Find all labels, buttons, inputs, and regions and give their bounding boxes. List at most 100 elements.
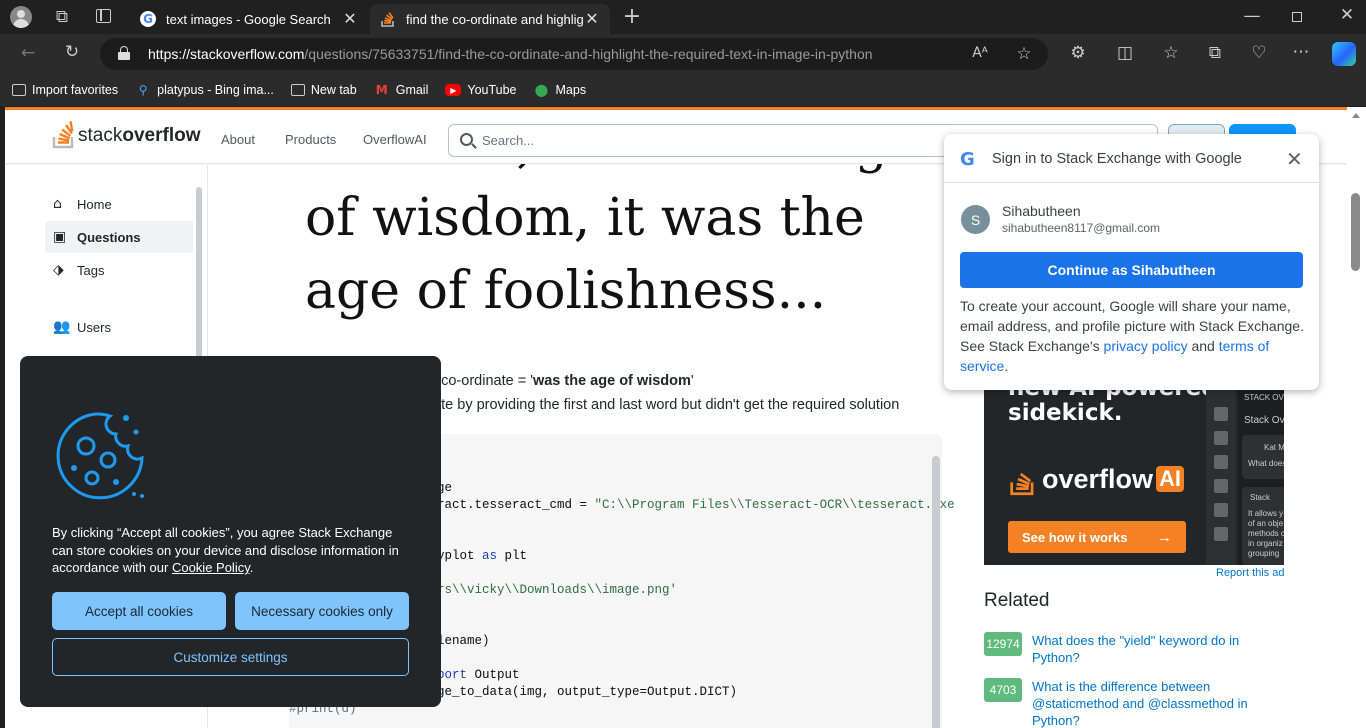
fav-label: Gmail [395, 83, 429, 97]
copilot-icon[interactable] [1332, 42, 1356, 66]
bing-search-icon: ⚲ [138, 83, 148, 97]
related-item[interactable]: 4703 What is the difference between @sta… [984, 678, 1284, 728]
more-menu-icon[interactable]: ⋯ [1289, 42, 1313, 62]
lock-icon[interactable] [118, 46, 130, 60]
users-icon: 👥 [53, 319, 71, 335]
target-bold: was the age of wisdom [532, 373, 691, 389]
code-scrollbar[interactable] [932, 456, 940, 728]
workspaces-icon[interactable]: ⧉ [50, 7, 74, 27]
read-aloud-icon[interactable]: Aᴬ [968, 45, 992, 61]
logo-text-light: stack [78, 125, 123, 146]
code-line: lename) [437, 634, 490, 648]
ad-mock-panel: STACK OVE Stack Ov Kat M What does Stack… [1238, 377, 1284, 565]
score-badge: 12974 [984, 632, 1022, 656]
consent-text: To create your account, Google will shar… [960, 298, 1304, 374]
sidebar-item-users[interactable]: 👥 Users [45, 311, 193, 343]
scroll-thumb[interactable] [1351, 193, 1360, 271]
sidebar-label: Tags [77, 262, 105, 278]
image-text-line: age of foolishness... [305, 261, 827, 321]
score-badge: 4703 [984, 678, 1022, 702]
overflowai-logo-icon [1010, 472, 1034, 496]
related-heading: Related [984, 590, 1050, 611]
tab-stackoverflow[interactable]: find the co-ordinate and highlight ✕ [370, 4, 610, 34]
necessary-cookies-button[interactable]: Necessary cookies only [235, 592, 409, 630]
nav-products[interactable]: Products [285, 132, 336, 147]
url-host: https://stackoverflow.com [148, 46, 305, 62]
tab-title: text images - Google Search [166, 11, 331, 27]
new-tab-page-icon [290, 84, 305, 96]
restore-icon[interactable] [1292, 12, 1302, 22]
code-line: rs\\vicky\\Downloads\\image.png' [437, 583, 678, 597]
target-line: et co-ordinate = 'was the age of wisdom' [425, 373, 694, 389]
code-line: ract.tesseract_cmd = "C:\\Program Files\… [437, 498, 955, 512]
profile-avatar[interactable] [10, 6, 32, 28]
stackoverflow-logo[interactable]: stack overflow [52, 119, 200, 149]
extensions-icon[interactable]: ⚙ [1066, 43, 1090, 63]
related-question-link[interactable]: What does the "yield" keyword do in Pyth… [1032, 632, 1284, 666]
customize-settings-button[interactable]: Customize settings [52, 638, 409, 676]
performance-icon[interactable]: ♡ [1247, 43, 1271, 63]
close-tab-icon[interactable]: ✕ [584, 9, 600, 29]
split-screen-icon[interactable]: ◫ [1113, 43, 1137, 63]
ad-side-toolbar [1206, 377, 1236, 565]
see-how-it-works-button[interactable]: See how it works → [1008, 521, 1186, 553]
nav-about[interactable]: About [221, 132, 255, 147]
sidebar-label: Home [77, 196, 112, 212]
code-line: yplot as plt [437, 549, 528, 563]
related-question-link[interactable]: What is the difference between @staticme… [1032, 678, 1284, 728]
nav-overflowai[interactable]: OverflowAI [363, 132, 427, 147]
related-item[interactable]: 12974 What does the "yield" keyword do i… [984, 632, 1284, 666]
code-line: port Output [437, 668, 520, 682]
new-tab-icon[interactable]: + [620, 4, 644, 29]
close-popup-icon[interactable]: ✕ [1286, 147, 1303, 171]
address-bar[interactable]: https://stackoverflow.com/questions/7563… [100, 38, 1048, 70]
close-window-icon[interactable]: ✕ [1335, 5, 1359, 25]
cookie-icon [56, 412, 144, 500]
fav-import-favorites[interactable]: Import favorites [12, 83, 118, 97]
url-path: /questions/75633751/find-the-co-ordinate… [304, 46, 873, 62]
questions-icon: ▣ [53, 229, 67, 245]
accept-all-cookies-button[interactable]: Accept all cookies [52, 592, 226, 630]
advertisement[interactable]: new AI-poweredsidekick. overflow AI See … [984, 377, 1284, 565]
sidebar-item-home[interactable]: ⌂ Home [45, 188, 193, 220]
code-line: ge_to_data(img, output_type=Output.DICT) [437, 685, 738, 699]
image-text-line: of wisdom, it was the [305, 188, 865, 248]
fav-gmail[interactable]: M Gmail [374, 83, 429, 97]
refresh-icon[interactable]: ↻ [60, 42, 84, 62]
continue-button[interactable]: Continue as Sihabutheen [960, 252, 1303, 288]
google-icon: G [140, 11, 156, 27]
logo-text-bold: overflow [122, 125, 201, 146]
search-placeholder: Search... [482, 133, 535, 148]
fav-label: New tab [310, 83, 357, 97]
sidebar-item-questions[interactable]: ▣ Questions [45, 221, 193, 253]
cookie-consent-banner: By clicking “Accept all cookies”, you ag… [20, 356, 441, 707]
fav-youtube[interactable]: ▶ YouTube [445, 83, 517, 97]
favorites-icon[interactable]: ☆ [1159, 43, 1183, 63]
stackoverflow-icon [380, 11, 396, 27]
privacy-policy-link[interactable]: privacy policy [1104, 338, 1188, 354]
sidebar-item-tags[interactable]: ⬗ Tags [45, 254, 193, 286]
tried-line: nate by providing the first and last wor… [425, 397, 900, 413]
minimize-icon[interactable]: — [1240, 6, 1264, 26]
back-icon[interactable]: ← [16, 43, 40, 63]
question-image: of times, it was the age of wisdom, it w… [305, 115, 919, 328]
account-row[interactable]: S Sihabutheen sihabutheen8117@gmail.com [960, 203, 1300, 235]
maps-pin-icon: ⬤ [534, 83, 549, 97]
fav-platypus[interactable]: ⚲ platypus - Bing ima... [135, 83, 274, 97]
scroll-up-arrow[interactable] [1352, 113, 1360, 118]
tab-google-search[interactable]: G text images - Google Search ✕ [130, 4, 368, 34]
target-suffix: ' [690, 373, 694, 389]
tab-title: find the co-ordinate and highlight [406, 11, 584, 27]
import-icon [12, 84, 26, 96]
fav-new-tab[interactable]: New tab [290, 83, 357, 97]
report-ad-link[interactable]: Report this ad [1216, 567, 1284, 579]
favorite-star-icon[interactable]: ☆ [1012, 44, 1036, 64]
fav-maps[interactable]: ⬤ Maps [534, 83, 586, 97]
page-scrollbar[interactable] [1347, 107, 1366, 728]
tab-actions-icon[interactable] [96, 9, 111, 23]
sidebar-scrollbar[interactable] [196, 187, 202, 362]
cookie-policy-link[interactable]: Cookie Policy [172, 560, 250, 575]
collections-icon[interactable]: ⧉ [1203, 43, 1227, 63]
popup-divider [944, 182, 1319, 183]
close-tab-icon[interactable]: ✕ [342, 9, 358, 29]
